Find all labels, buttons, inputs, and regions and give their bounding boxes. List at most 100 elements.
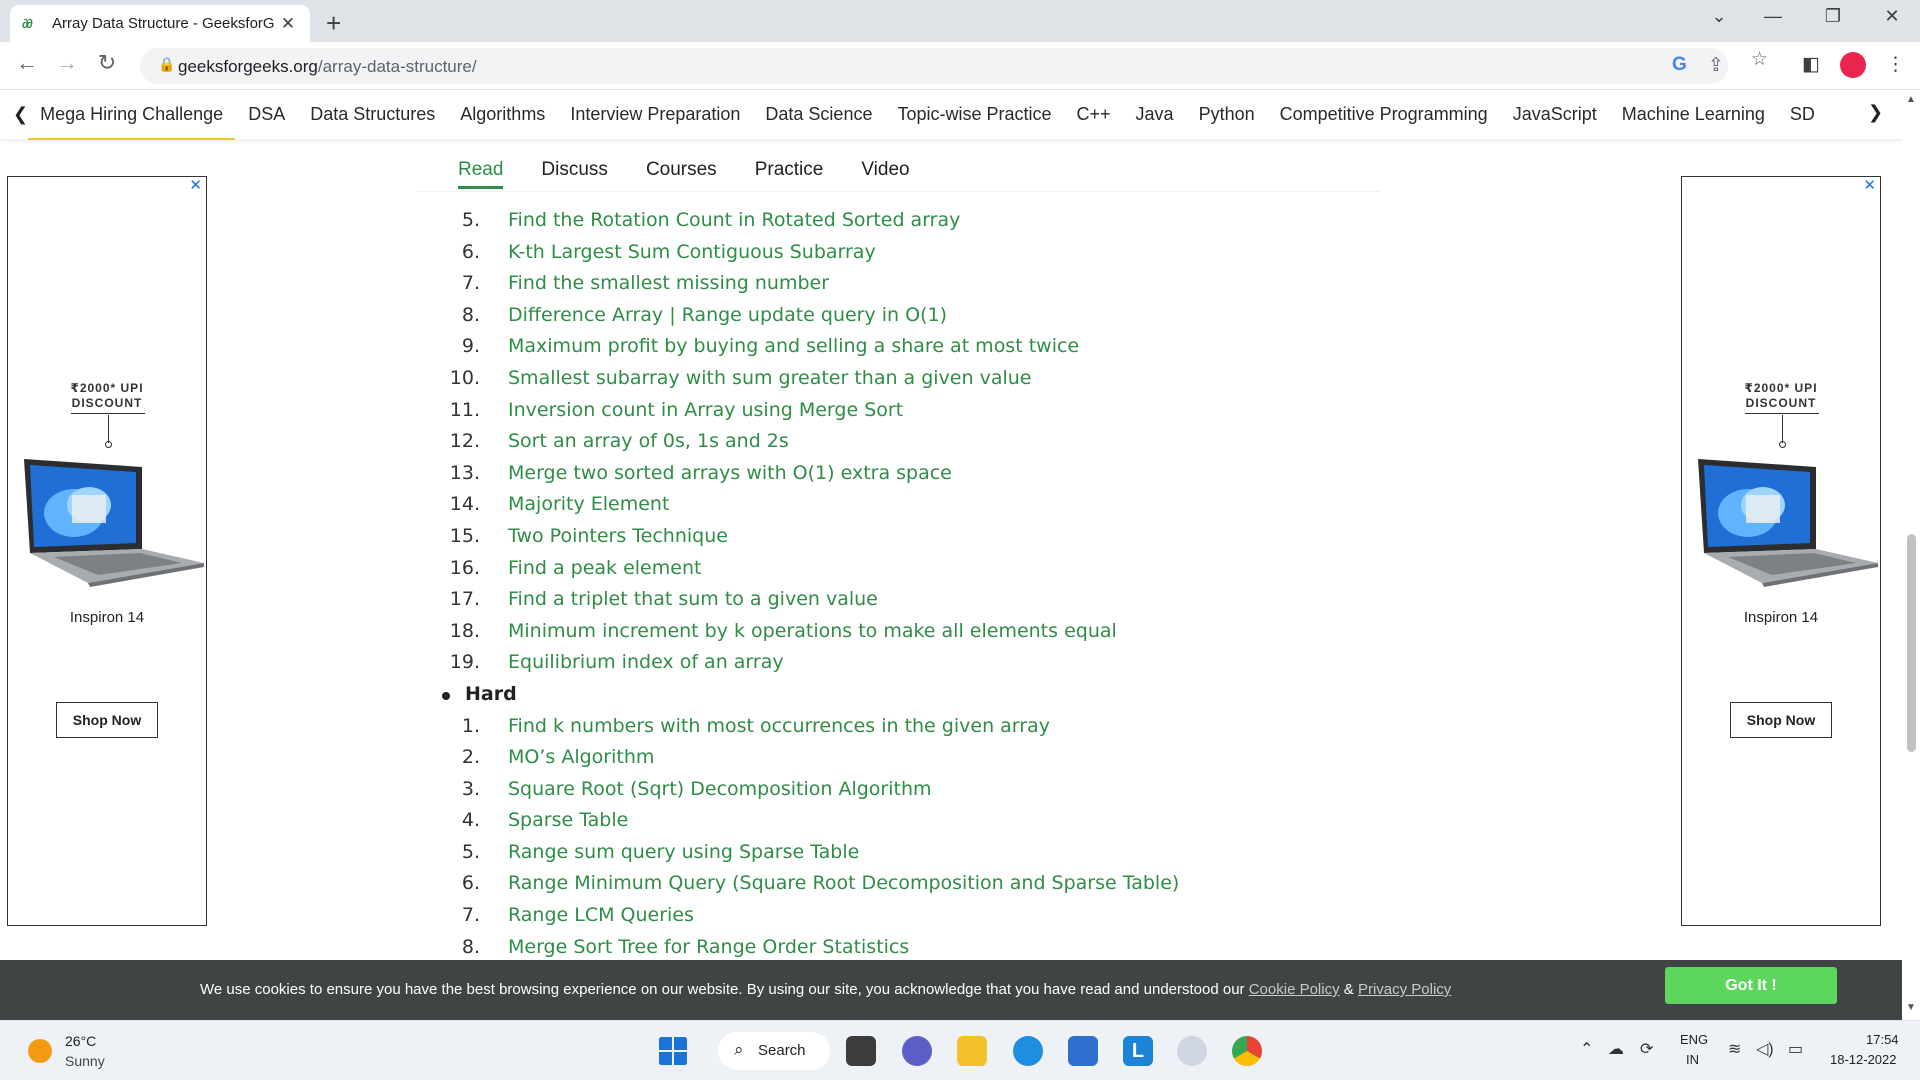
problem-link[interactable]: Find a peak element (508, 553, 701, 585)
nav-item-data-structures[interactable]: Data Structures (310, 104, 435, 125)
nav-item-dsa[interactable]: DSA (248, 104, 285, 125)
teams-chat-icon[interactable] (902, 1036, 932, 1066)
clock-app-icon[interactable] (1177, 1036, 1207, 1066)
cookie-policy-link[interactable]: Cookie Policy (1249, 981, 1340, 998)
language-indicator[interactable]: ENG (1680, 1032, 1708, 1047)
problem-link[interactable]: Sort an array of 0s, 1s and 2s (508, 426, 789, 458)
tab-practice[interactable]: Practice (755, 159, 824, 181)
shop-now-button[interactable]: Shop Now (1730, 702, 1832, 738)
list-item-number: 6. (461, 240, 480, 263)
battery-icon[interactable]: ▭ (1788, 1039, 1803, 1059)
problem-link[interactable]: Smallest subarray with sum greater than … (508, 363, 1031, 395)
lock-icon[interactable]: 🔒 (158, 56, 175, 73)
l-app-icon[interactable]: L (1123, 1036, 1153, 1066)
weather-temperature[interactable]: 26°C (65, 1033, 96, 1049)
wifi-icon[interactable]: ≋ (1728, 1039, 1741, 1059)
problem-link[interactable]: Range sum query using Sparse Table (508, 837, 859, 869)
scrollbar-thumb[interactable] (1907, 534, 1916, 752)
tab-close-icon[interactable]: ✕ (278, 14, 298, 34)
tab-read[interactable]: Read (458, 159, 504, 189)
problem-link[interactable]: Find k numbers with most occurrences in … (508, 711, 1050, 743)
nav-item-topic-wise-practice[interactable]: Topic-wise Practice (897, 104, 1051, 125)
right-ad-banner[interactable]: ✕ ₹2000* UPI DISCOUNT Inspiron 14 Shop N… (1681, 176, 1881, 926)
problem-link[interactable]: Range LCM Queries (508, 900, 694, 932)
problem-link[interactable]: Minimum increment by k operations to mak… (508, 616, 1117, 648)
tab-discuss[interactable]: Discuss (541, 159, 608, 181)
problem-link[interactable]: MO’s Algorithm (508, 742, 654, 774)
sun-weather-icon[interactable] (28, 1039, 52, 1063)
weather-condition[interactable]: Sunny (65, 1053, 105, 1069)
left-ad-banner[interactable]: ✕ ₹2000* UPI DISCOUNT Inspiron 14 Shop N… (7, 176, 207, 926)
microsoft-store-icon[interactable] (1068, 1036, 1098, 1066)
volume-icon[interactable]: ◁) (1756, 1039, 1774, 1059)
problem-link[interactable]: Two Pointers Technique (508, 521, 728, 553)
nav-item-competitive-programming[interactable]: Competitive Programming (1280, 104, 1488, 125)
windows-start-icon[interactable] (658, 1036, 688, 1066)
problem-link[interactable]: Square Root (Sqrt) Decomposition Algorit… (508, 774, 932, 806)
nav-item-cpp[interactable]: C++ (1077, 104, 1111, 125)
problem-link[interactable]: K-th Largest Sum Contiguous Subarray (508, 237, 876, 269)
task-view-icon[interactable] (846, 1036, 876, 1066)
minimize-icon[interactable]: — (1758, 6, 1788, 27)
problem-link[interactable]: Merge Sort Tree for Range Order Statisti… (508, 932, 909, 960)
nav-item-algorithms[interactable]: Algorithms (460, 104, 545, 125)
profile-avatar[interactable] (1840, 52, 1866, 78)
address-bar[interactable]: 🔒 geeksforgeeks.org/array-data-structure… (140, 48, 1728, 84)
tab-video[interactable]: Video (861, 159, 909, 181)
nav-item-machine-learning[interactable]: Machine Learning (1622, 104, 1765, 125)
problem-link[interactable]: Difference Array | Range update query in… (508, 300, 947, 332)
got-it-button[interactable]: Got It ! (1665, 967, 1837, 1004)
menu-kebab-icon[interactable]: ⋮ (1886, 53, 1905, 76)
problem-link[interactable]: Range Minimum Query (Square Root Decompo… (508, 868, 1179, 900)
new-tab-icon[interactable]: + (326, 8, 341, 39)
share-icon[interactable]: ⇪ (1708, 54, 1724, 77)
taskbar-search[interactable]: ⌕ Search (718, 1032, 830, 1070)
nav-item-java[interactable]: Java (1136, 104, 1174, 125)
forward-icon[interactable]: → (52, 50, 82, 76)
restore-icon[interactable]: ❐ (1818, 6, 1848, 27)
problem-link[interactable]: Find the Rotation Count in Rotated Sorte… (508, 205, 960, 237)
nav-item-javascript[interactable]: JavaScript (1513, 104, 1597, 125)
privacy-policy-link[interactable]: Privacy Policy (1358, 981, 1451, 998)
nav-scroll-left-icon[interactable]: ❮ (13, 104, 28, 125)
problem-link[interactable]: Inversion count in Array using Merge Sor… (508, 395, 903, 427)
problem-link[interactable]: Find the smallest missing number (508, 268, 829, 300)
problem-link[interactable]: Sparse Table (508, 805, 628, 837)
side-panel-icon[interactable]: ◧ (1802, 53, 1820, 76)
problem-link[interactable]: Merge two sorted arrays with O(1) extra … (508, 458, 952, 490)
show-hidden-icons-icon[interactable]: ⌃ (1580, 1039, 1593, 1059)
scroll-down-icon[interactable]: ▼ (1906, 1002, 1916, 1013)
nav-item-sd[interactable]: SD (1790, 104, 1815, 125)
problem-link[interactable]: Majority Element (508, 489, 669, 521)
nav-item-data-science[interactable]: Data Science (765, 104, 872, 125)
taskbar-time[interactable]: 17:54 (1866, 1032, 1899, 1047)
onedrive-cloud-icon[interactable]: ☁ (1608, 1039, 1624, 1059)
back-icon[interactable]: ← (12, 50, 42, 76)
ad-close-icon[interactable]: ✕ (189, 176, 202, 194)
ad-close-icon[interactable]: ✕ (1863, 176, 1876, 194)
shop-now-button[interactable]: Shop Now (56, 702, 158, 738)
nav-scroll-right-icon[interactable]: ❯ (1868, 102, 1890, 123)
edge-browser-icon[interactable] (1013, 1036, 1043, 1066)
url-text[interactable]: geeksforgeeks.org/array-data-structure/ (178, 57, 477, 77)
nav-item-interview-preparation[interactable]: Interview Preparation (570, 104, 740, 125)
tab-courses[interactable]: Courses (646, 159, 717, 181)
scroll-up-icon[interactable]: ▲ (1906, 94, 1916, 105)
browser-tab[interactable]: ∂∂ Array Data Structure - GeeksforG ✕ (10, 5, 310, 42)
chrome-browser-icon[interactable] (1232, 1036, 1262, 1066)
region-indicator[interactable]: IN (1686, 1052, 1699, 1067)
tab-search-chevron-icon[interactable]: ⌄ (1704, 6, 1734, 27)
page-scrollbar[interactable]: ▲ ▼ (1902, 90, 1920, 1018)
file-explorer-icon[interactable] (957, 1036, 987, 1066)
nav-item-mega-hiring-challenge[interactable]: Mega Hiring Challenge (28, 104, 236, 140)
problem-link[interactable]: Maximum profit by buying and selling a s… (508, 331, 1079, 363)
sync-icon[interactable]: ⟳ (1640, 1039, 1653, 1059)
google-lens-icon[interactable]: G (1672, 54, 1687, 76)
bookmark-star-icon[interactable]: ☆ (1751, 48, 1768, 71)
window-close-icon[interactable]: ✕ (1877, 6, 1907, 27)
problem-link[interactable]: Find a triplet that sum to a given value (508, 584, 878, 616)
nav-item-python[interactable]: Python (1199, 104, 1255, 125)
reload-icon[interactable]: ↻ (92, 50, 122, 76)
taskbar-date[interactable]: 18-12-2022 (1830, 1052, 1897, 1067)
problem-link[interactable]: Equilibrium index of an array (508, 647, 784, 679)
